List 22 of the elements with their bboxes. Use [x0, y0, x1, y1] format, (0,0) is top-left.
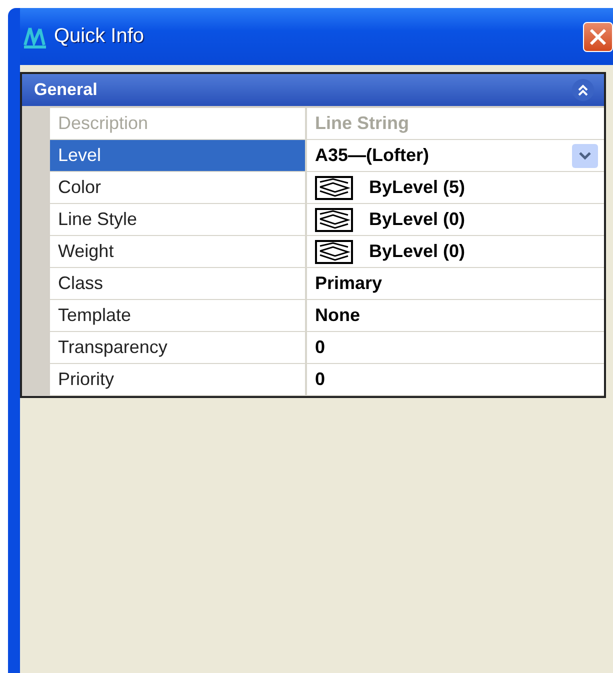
- property-value: ByLevel (5): [369, 177, 466, 198]
- property-value: A35—(Lofter): [315, 145, 430, 166]
- property-value: ByLevel (0): [369, 209, 466, 230]
- layers-icon: [315, 208, 353, 232]
- layers-icon: [315, 240, 353, 264]
- dropdown-button[interactable]: [572, 144, 598, 168]
- property-value: 0: [315, 369, 326, 390]
- app-icon: [22, 24, 48, 48]
- section-title: General: [34, 80, 98, 100]
- property-value: 0: [315, 337, 326, 358]
- layers-icon: [315, 176, 353, 200]
- double-chevron-icon: [577, 83, 589, 97]
- close-button[interactable]: [583, 22, 613, 52]
- collapse-button[interactable]: [572, 79, 594, 101]
- property-value: Line String: [315, 113, 409, 134]
- property-value: None: [315, 305, 360, 326]
- chevron-down-icon: [578, 150, 592, 160]
- close-icon: [589, 28, 607, 46]
- property-value: Primary: [315, 273, 382, 294]
- window-title: Quick Info: [54, 25, 144, 48]
- property-value: ByLevel (0): [369, 241, 466, 262]
- property-label[interactable]: Level: [50, 140, 307, 171]
